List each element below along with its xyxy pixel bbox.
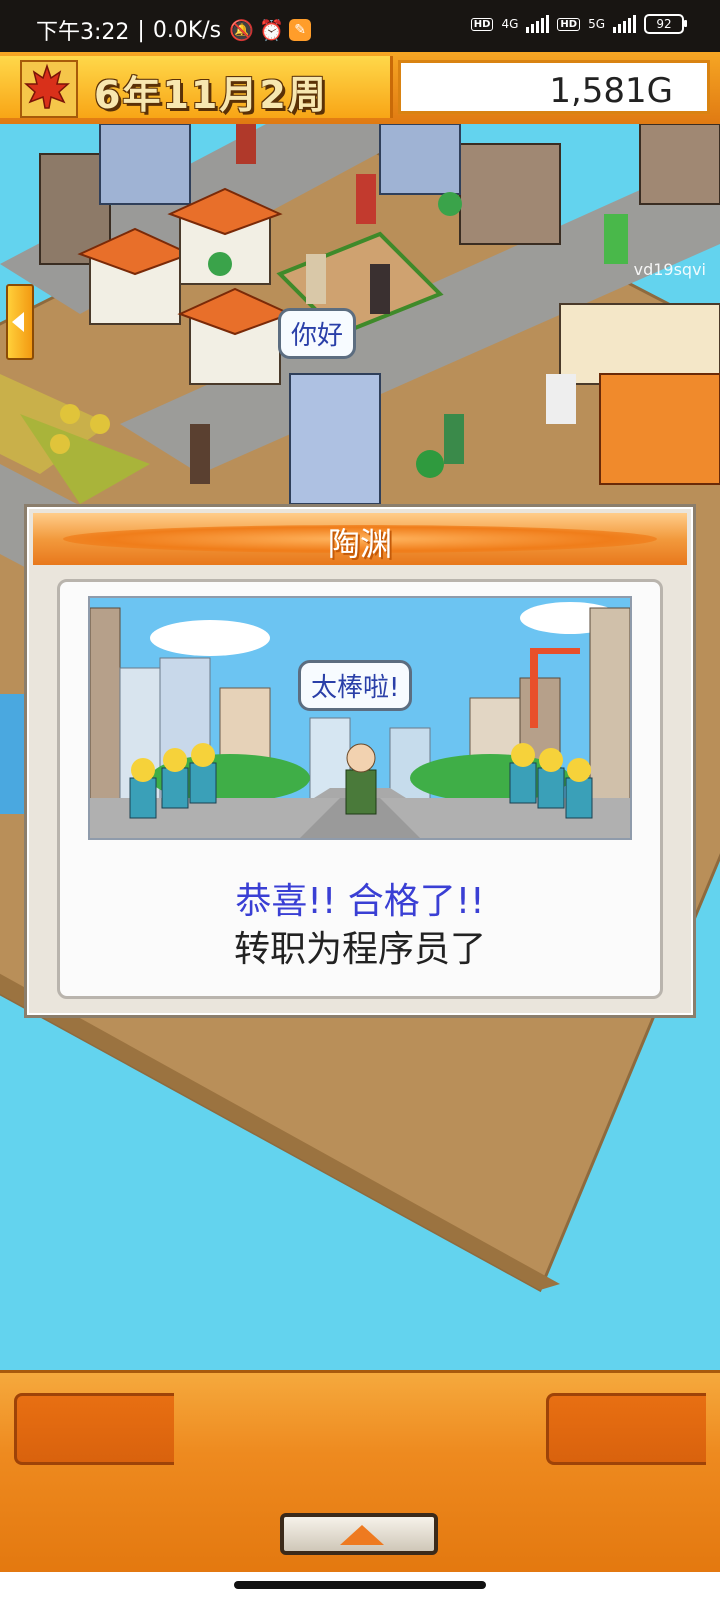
hd-badge: HD [470, 17, 494, 31]
left-menu-button[interactable] [14, 1393, 174, 1465]
signal-strength-icon [526, 15, 550, 33]
bell-off-icon: 🔕 [229, 18, 255, 42]
game-top-bar: 6年11月2周 1,581G [0, 52, 720, 127]
job-change-message: 转职为程序员了 [233, 929, 486, 970]
date-panel[interactable]: 6年11月2周 [0, 56, 393, 118]
battery-level: 92 [656, 17, 672, 31]
congrats-message: 恭喜!! 合格了!! [235, 881, 485, 922]
bottom-menu-bar [0, 1370, 720, 1575]
battery-icon: 92 [644, 14, 687, 34]
status-bar: 下午3:22 | 0.0K/s 🔕 ⏰ ✎ HD 4G HD 5G 92 [0, 0, 720, 52]
network-type-5g: 5G [588, 17, 605, 31]
celebration-scene: 太棒啦! [88, 596, 632, 840]
dialog-title: 陶渊 [327, 525, 392, 563]
app-notification-icon: ✎ [289, 19, 312, 41]
scene-image [90, 598, 630, 838]
game-screen: 下午3:22 | 0.0K/s 🔕 ⏰ ✎ HD 4G HD 5G 92 6年1… [0, 0, 720, 1600]
money-amount: 1,581G [549, 71, 673, 111]
maple-leaf-icon [20, 60, 78, 118]
home-gesture-handle[interactable] [234, 1581, 486, 1589]
dialog-header: 陶渊 [33, 513, 687, 565]
money-panel[interactable]: 1,581G [398, 60, 710, 114]
game-date: 6年11月2周 [94, 73, 328, 117]
version-code: vd19sqvi [633, 260, 706, 279]
network-type-4g: 4G [501, 17, 519, 31]
right-menu-button[interactable] [546, 1393, 706, 1465]
hd-badge-2: HD [557, 17, 581, 31]
arrow-up-icon [340, 1525, 384, 1545]
speech-bubble: 你好 [278, 308, 357, 359]
status-separator: | [137, 17, 145, 43]
status-time: 下午3:22 [36, 20, 130, 45]
network-speed: 0.0K/s [152, 17, 222, 43]
dialog-content: 太棒啦! 恭喜!! 合格了!! 转职为程序员了 [57, 579, 663, 999]
arrow-left-icon [12, 312, 24, 332]
system-nav-bar [0, 1572, 720, 1600]
signal-strength-icon-2 [613, 15, 636, 33]
job-change-dialog[interactable]: 陶渊 太棒啦! 恭喜!! 合格了!! 转职为程序员了 [24, 504, 696, 1018]
expand-menu-button[interactable] [280, 1513, 438, 1555]
scene-speech-bubble: 太棒啦! [298, 660, 413, 711]
alarm-icon: ⏰ [259, 18, 285, 42]
side-panel-tab[interactable] [6, 284, 34, 360]
